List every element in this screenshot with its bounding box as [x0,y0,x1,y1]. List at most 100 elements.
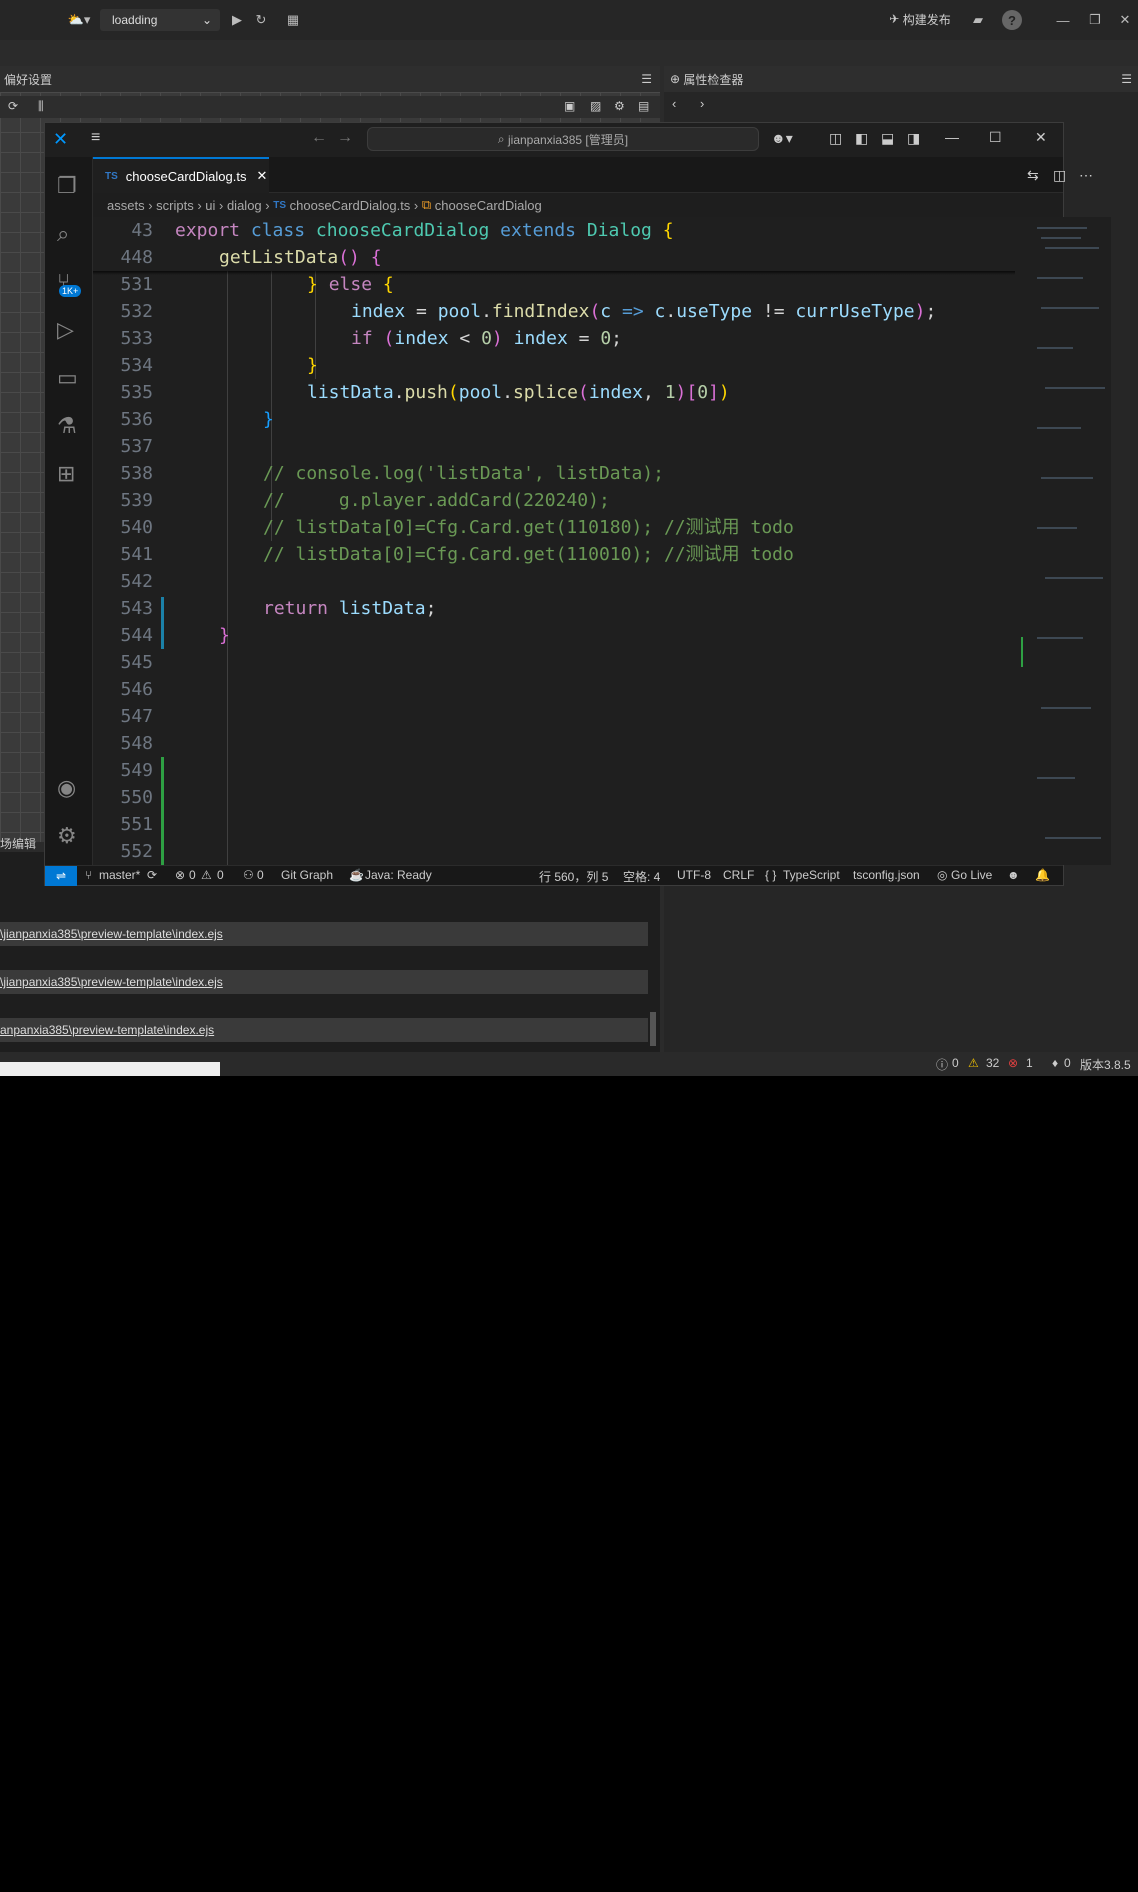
copilot-icon[interactable]: ☻ [1007,868,1020,882]
inspector-icon: ⊕ [670,72,681,86]
forward-arrow-icon[interactable]: → [337,129,353,147]
tab-label: chooseCardDialog.ts [125,168,247,184]
layout-icon[interactable]: ▤ [638,99,649,113]
toggle-panel-icon[interactable]: ⬓ [881,130,894,147]
build-button[interactable]: ✈ 构建发布 [884,8,956,30]
more-actions-icon[interactable]: ⋯ [1079,167,1093,184]
error-count[interactable]: 0 [189,868,196,882]
forward-arrow-icon[interactable]: › [700,96,704,111]
tab-choosecarddialog[interactable]: TS chooseCardDialog.ts ✕ [93,157,269,193]
menu-icon[interactable]: ≡ [91,129,100,147]
minimize-icon[interactable]: — [945,129,959,145]
breadcrumb-item[interactable]: ui [205,198,215,213]
console-line[interactable]: anpanxia385\preview-template\index.ejs [0,1018,648,1042]
token: index [394,328,449,349]
token: splice [512,382,578,403]
remote-explorer-icon[interactable]: ▭ [57,365,81,390]
go-live-button[interactable]: Go Live [951,868,992,882]
close-icon[interactable]: ✕ [1035,129,1047,146]
folder-icon[interactable]: ▰ [968,10,988,30]
sync-icon[interactable]: ⟳ [147,868,157,882]
token: getListData [219,247,339,268]
gizmo-icon[interactable]: ⟳ [8,99,18,113]
activity-bar: ❐ ⌕ ⑂ 1K+ ▷ ▭ ⚗ ⊞ ◉ ⚙ [45,157,93,865]
breadcrumb-item[interactable]: assets [107,198,145,213]
toggle-secondary-sidebar-icon[interactable]: ◨ [907,130,920,147]
camera-icon[interactable]: ▣ [564,99,575,113]
gear-icon[interactable]: ⚙ [57,823,81,848]
image-icon[interactable]: ▨ [590,99,601,113]
ports-count[interactable]: 0 [257,868,264,882]
search-icon[interactable]: ⌕ [57,221,81,246]
comment: // console.log('listData', listData); [263,463,664,484]
testing-icon[interactable]: ⚗ [57,413,81,438]
explorer-icon[interactable]: ❐ [57,173,81,198]
console-scrollbar[interactable] [650,1012,656,1046]
java-icon: ☕ [349,868,364,882]
layout-customize-icon[interactable]: ◫ [829,130,842,147]
line-number: 535 [120,382,153,403]
language-mode[interactable]: TypeScript [783,868,840,882]
menu-icon[interactable]: ☰ [1121,72,1132,86]
chevron-right-icon: › [261,197,274,213]
menu-icon[interactable]: ☰ [641,72,652,86]
breadcrumb-symbol[interactable]: chooseCardDialog [435,198,542,213]
code-editor[interactable]: 43 export class chooseCardDialog extends … [93,217,1015,865]
maximize-icon[interactable]: ☐ [989,129,1002,146]
encoding[interactable]: UTF-8 [677,868,711,882]
scene-select[interactable]: loadding ⌄ [100,9,220,31]
refresh-icon[interactable]: ↻ [252,10,270,30]
console-line[interactable]: \jianpanxia385\preview-template\index.ej… [0,922,648,946]
java-status[interactable]: Java: Ready [365,868,432,882]
gear-icon[interactable]: ⚙ [614,99,625,113]
breadcrumb-item[interactable]: dialog [227,198,262,213]
command-center-search[interactable]: ⌕ jianpanxia385 [管理员] [367,127,759,151]
vscode-status-bar: ⇌ ⑂ master* ⟳ ⊗ 0 ⚠ 0 ⚇ 0 Git Graph ☕ Ja… [45,865,1063,886]
back-arrow-icon[interactable]: ‹ [672,96,676,111]
git-graph-button[interactable]: Git Graph [281,868,333,882]
back-arrow-icon[interactable]: ← [311,129,327,147]
minimize-icon[interactable]: — [1054,10,1072,30]
token: index [513,328,568,349]
breadcrumb-item[interactable]: scripts [156,198,194,213]
extensions-icon[interactable]: ⊞ [57,461,81,486]
restore-icon[interactable]: ❐ [1086,10,1104,30]
class-icon: ⧉ [421,197,432,212]
toggle-sidebar-icon[interactable]: ◧ [855,130,868,147]
warning-count[interactable]: 0 [217,868,224,882]
vscode-titlebar: ✕ ≡ ← → ⌕ jianpanxia385 [管理员] ☻▾ ◫ ◧ ⬓ ◨… [45,123,1063,158]
split-editor-icon[interactable]: ◫ [1053,167,1066,184]
line-number: 551 [120,814,153,835]
breadcrumb-file[interactable]: chooseCardDialog.ts [290,198,411,213]
line-number: 536 [120,409,153,430]
cocos-toolbar: ⛅▾ loadding ⌄ ▶ ↻ ▦ ✈ 构建发布 ▰ ? — ❐ ✕ [0,0,1138,40]
token: pool [458,382,503,403]
qrcode-icon[interactable]: ▦ [284,10,302,30]
compare-changes-icon[interactable]: ⇆ [1027,167,1039,184]
line-ending[interactable]: CRLF [723,868,754,882]
line-number: 533 [120,328,153,349]
align-icon[interactable]: ⫼ [38,99,44,114]
close-icon[interactable]: ✕ [1116,10,1134,30]
console-line[interactable]: \jianpanxia385\preview-template\index.ej… [0,970,648,994]
minimap[interactable] [1015,217,1111,865]
cursor-position[interactable]: 行 560，列 5 [539,868,608,885]
close-icon[interactable]: ✕ [256,168,267,184]
copilot-icon[interactable]: ☻▾ [771,130,793,147]
play-icon[interactable]: ▶ [228,10,246,30]
indentation[interactable]: 空格: 4 [623,868,660,885]
bell-icon[interactable]: 🔔 [1035,868,1050,882]
account-icon[interactable]: ◉ [57,775,81,800]
help-icon[interactable]: ? [1002,10,1022,30]
line-number: 539 [120,490,153,511]
remote-indicator-icon[interactable]: ⇌ [45,866,77,886]
editor-tabs: TS chooseCardDialog.ts ✕ ⇆ ◫ ⋯ [93,157,1093,193]
code-line: 546 [93,676,1015,703]
token: c [600,301,612,322]
code-line: 542 [93,568,1015,595]
run-debug-icon[interactable]: ▷ [57,317,81,342]
platform-icon[interactable]: ⛅▾ [64,10,94,30]
branch-name[interactable]: master* [99,868,140,882]
tsconfig[interactable]: tsconfig.json [853,868,920,882]
scm-badge: 1K+ [59,285,82,297]
